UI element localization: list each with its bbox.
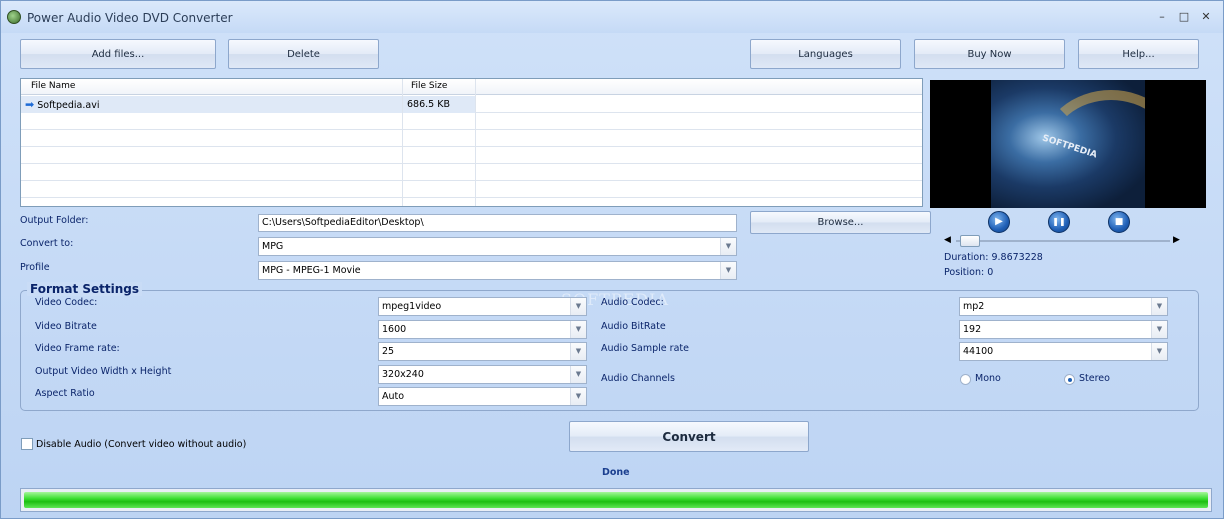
progress-bar [20, 488, 1212, 512]
seek-right-icon[interactable]: ▶ [1173, 235, 1180, 245]
seek-left-icon[interactable]: ◀ [944, 235, 951, 245]
table-row [21, 113, 922, 130]
position-text: Position: 0 [944, 267, 994, 278]
audio-bitrate-value: 192 [963, 324, 982, 335]
play-button[interactable]: ▶ [988, 211, 1010, 233]
convert-to-select[interactable]: MPG ▼ [258, 237, 737, 256]
chevron-down-icon[interactable]: ▼ [1151, 321, 1167, 338]
file-list-header: File Name File Size [21, 79, 922, 95]
audio-codec-label: Audio Codec: [601, 297, 664, 308]
output-folder-label: Output Folder: [20, 215, 89, 226]
chevron-down-icon[interactable]: ▼ [1151, 343, 1167, 360]
pause-button[interactable]: ❚❚ [1048, 211, 1070, 233]
stereo-radio[interactable] [1064, 374, 1075, 385]
delete-button[interactable]: Delete [228, 39, 379, 69]
minimize-button[interactable]: – [1153, 9, 1171, 25]
file-name: Softpedia.avi [37, 100, 100, 111]
audio-bitrate-select[interactable]: 192 ▼ [959, 320, 1168, 339]
column-file-name[interactable]: File Name [31, 81, 75, 91]
audio-bitrate-label: Audio BitRate [601, 321, 666, 332]
chevron-down-icon[interactable]: ▼ [570, 343, 586, 360]
close-button[interactable]: ✕ [1197, 9, 1215, 25]
audio-codec-select[interactable]: mp2 ▼ [959, 297, 1168, 316]
stereo-label[interactable]: Stereo [1079, 373, 1110, 384]
frame-rate-value: 25 [382, 346, 395, 357]
file-size: 686.5 KB [403, 96, 475, 113]
convert-to-label: Convert to: [20, 238, 74, 249]
aspect-ratio-value: Auto [382, 391, 405, 402]
sample-rate-label: Audio Sample rate [601, 343, 689, 354]
video-bitrate-select[interactable]: 1600 ▼ [378, 320, 587, 339]
video-size-select[interactable]: 320x240 ▼ [378, 365, 587, 384]
buy-now-button[interactable]: Buy Now [914, 39, 1065, 69]
duration-text: Duration: 9.8673228 [944, 252, 1043, 263]
maximize-button[interactable]: □ [1175, 9, 1193, 25]
arrow-right-icon: ➡ [25, 98, 35, 111]
table-row [21, 147, 922, 164]
chevron-down-icon[interactable]: ▼ [570, 298, 586, 315]
chevron-down-icon[interactable]: ▼ [570, 388, 586, 405]
main-window: Power Audio Video DVD Converter – □ ✕ Ad… [0, 0, 1224, 519]
chevron-down-icon[interactable]: ▼ [720, 262, 736, 279]
video-codec-label: Video Codec: [35, 297, 98, 308]
audio-codec-value: mp2 [963, 301, 985, 312]
sample-rate-value: 44100 [963, 346, 994, 357]
video-size-value: 320x240 [382, 369, 424, 380]
title-bar: Power Audio Video DVD Converter – □ ✕ [1, 1, 1223, 33]
video-size-label: Output Video Width x Height [35, 366, 172, 377]
preview-frame: SOFTPEDIA [991, 80, 1145, 208]
progress-fill [24, 492, 1208, 508]
disable-audio-checkbox[interactable] [21, 438, 33, 450]
help-button[interactable]: Help... [1078, 39, 1199, 69]
video-preview: SOFTPEDIA [930, 80, 1206, 208]
seek-bar[interactable]: ◀ ▶ [944, 234, 1184, 248]
table-row [21, 130, 922, 147]
frame-rate-select[interactable]: 25 ▼ [378, 342, 587, 361]
file-name-cell: ➡ Softpedia.avi [21, 96, 402, 113]
table-row [21, 181, 922, 198]
mono-label[interactable]: Mono [975, 373, 1001, 384]
profile-value: MPG - MPEG-1 Movie [262, 265, 361, 276]
status-text: Done [602, 467, 630, 478]
aspect-ratio-label: Aspect Ratio [35, 388, 95, 399]
chevron-down-icon[interactable]: ▼ [720, 238, 736, 255]
mono-radio[interactable] [960, 374, 971, 385]
add-files-button[interactable]: Add files... [20, 39, 216, 69]
video-codec-value: mpeg1video [382, 301, 442, 312]
audio-channels-label: Audio Channels [601, 373, 675, 384]
browse-button[interactable]: Browse... [750, 211, 931, 234]
profile-select[interactable]: MPG - MPEG-1 Movie ▼ [258, 261, 737, 280]
convert-to-value: MPG [262, 241, 284, 252]
convert-button[interactable]: Convert [569, 421, 809, 452]
output-folder-field[interactable]: C:\Users\SoftpediaEditor\Desktop\ [258, 214, 737, 232]
table-row [21, 164, 922, 181]
app-icon [7, 10, 21, 24]
frame-rate-label: Video Frame rate: [35, 343, 120, 354]
profile-label: Profile [20, 262, 50, 273]
table-row[interactable]: ➡ Softpedia.avi 686.5 KB [21, 96, 922, 113]
disable-audio-label[interactable]: Disable Audio (Convert video without aud… [36, 439, 246, 450]
file-list[interactable]: File Name File Size ➡ Softpedia.avi 686.… [20, 78, 923, 207]
seek-thumb[interactable] [960, 235, 980, 247]
window-title: Power Audio Video DVD Converter [27, 11, 233, 25]
languages-button[interactable]: Languages [750, 39, 901, 69]
sample-rate-select[interactable]: 44100 ▼ [959, 342, 1168, 361]
chevron-down-icon[interactable]: ▼ [570, 321, 586, 338]
seek-track[interactable] [956, 240, 1170, 242]
format-settings-title: Format Settings [27, 282, 143, 296]
chevron-down-icon[interactable]: ▼ [570, 366, 586, 383]
stop-button[interactable]: ■ [1108, 211, 1130, 233]
chevron-down-icon[interactable]: ▼ [1151, 298, 1167, 315]
video-bitrate-label: Video Bitrate [35, 321, 97, 332]
video-codec-select[interactable]: mpeg1video ▼ [378, 297, 587, 316]
video-bitrate-value: 1600 [382, 324, 407, 335]
aspect-ratio-select[interactable]: Auto ▼ [378, 387, 587, 406]
column-file-size[interactable]: File Size [411, 81, 447, 91]
